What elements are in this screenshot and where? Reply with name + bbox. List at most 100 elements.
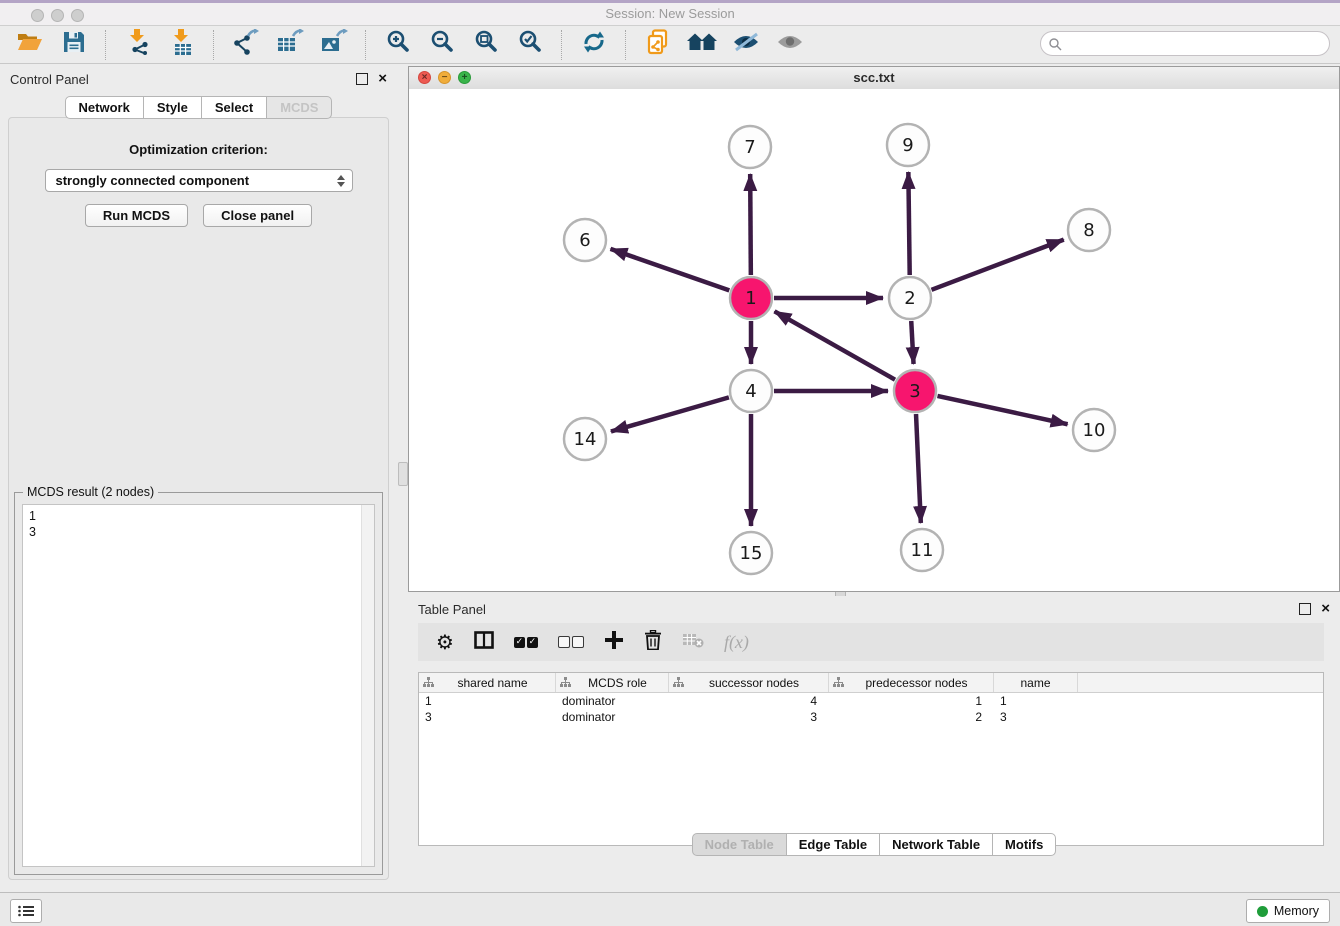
tree-icon <box>833 677 844 688</box>
graph-node-label: 3 <box>909 381 920 402</box>
edge-2-9[interactable] <box>908 172 909 275</box>
status-bar: Memory <box>0 892 1340 926</box>
toolbar-separator <box>105 30 107 60</box>
graph-node-label: 6 <box>579 230 590 251</box>
deselect-all-checkboxes-icon[interactable] <box>558 636 584 648</box>
eye-icon <box>776 33 804 56</box>
tab-node-table[interactable]: Node Table <box>692 833 787 856</box>
optimization-criterion-label: Optimization criterion: <box>9 142 388 157</box>
save-session-button[interactable] <box>52 28 96 62</box>
tab-style[interactable]: Style <box>143 96 202 119</box>
mcds-result-group: MCDS result (2 nodes) 1 3 <box>14 492 383 875</box>
floppy-disk-icon <box>63 31 85 58</box>
delete-column-icon[interactable] <box>644 630 662 655</box>
task-history-button[interactable] <box>10 899 42 923</box>
export-network-button[interactable] <box>224 28 268 62</box>
mcds-panel: Optimization criterion: strongly connect… <box>8 117 389 880</box>
zoom-fit-icon <box>473 29 499 60</box>
toolbar-separator <box>365 30 367 60</box>
graph-node-label: 1 <box>745 288 756 309</box>
graph-node-label: 2 <box>904 288 915 309</box>
column-header-mcds-role[interactable]: MCDS role <box>556 673 669 692</box>
add-column-icon[interactable] <box>604 630 624 655</box>
toolbar-separator <box>213 30 215 60</box>
export-image-button[interactable] <box>312 28 356 62</box>
tab-edge-table[interactable]: Edge Table <box>786 833 880 856</box>
tab-network[interactable]: Network <box>65 96 144 119</box>
search-input[interactable] <box>1040 31 1330 56</box>
column-header-shared-name[interactable]: shared name <box>419 673 556 692</box>
zoom-in-icon <box>385 29 411 60</box>
edge-2-3[interactable] <box>911 321 913 364</box>
mcds-result-title: MCDS result (2 nodes) <box>23 485 158 499</box>
table-toolbar: ⚙ ✓✓ f(x) <box>418 623 1324 661</box>
edge-3-1[interactable] <box>774 311 895 379</box>
zoom-in-button[interactable] <box>376 28 420 62</box>
show-all-button[interactable] <box>768 28 812 62</box>
splitter-grip[interactable] <box>398 462 408 486</box>
memory-label: Memory <box>1274 904 1319 918</box>
open-file-button[interactable] <box>8 28 52 62</box>
import-table-icon <box>169 29 195 60</box>
memory-button[interactable]: Memory <box>1246 899 1330 923</box>
float-panel-icon[interactable] <box>356 73 368 85</box>
result-scrollbar[interactable] <box>361 505 374 866</box>
select-all-checkboxes-icon[interactable]: ✓✓ <box>514 637 538 648</box>
duplicate-network-icon <box>646 29 670 60</box>
duplicate-network-button[interactable] <box>636 28 680 62</box>
control-panel-tabs: Network Style Select MCDS <box>0 96 397 119</box>
tab-mcds[interactable]: MCDS <box>266 96 332 119</box>
zoom-fit-button[interactable] <box>464 28 508 62</box>
tab-motifs[interactable]: Motifs <box>992 833 1056 856</box>
network-canvas[interactable]: 7968124314101511 <box>409 89 1339 591</box>
edge-3-10[interactable] <box>937 396 1067 424</box>
run-mcds-button[interactable]: Run MCDS <box>85 204 188 227</box>
close-panel-button[interactable]: Close panel <box>203 204 312 227</box>
session-title: Session: New Session <box>0 6 1340 21</box>
mcds-result-text[interactable]: 1 3 <box>23 505 361 866</box>
control-panel: Control Panel × Network Style Select MCD… <box>0 66 397 892</box>
edge-1-6[interactable] <box>610 249 729 291</box>
tree-icon <box>673 677 684 688</box>
tree-icon <box>560 677 571 688</box>
application-window: Session: New Session <box>0 0 1340 926</box>
zoom-selected-icon <box>517 29 543 60</box>
control-panel-title: Control Panel <box>10 72 356 87</box>
gear-icon[interactable]: ⚙ <box>436 632 454 652</box>
network-window-titlebar: × − + scc.txt <box>409 67 1339 90</box>
tab-network-table[interactable]: Network Table <box>879 833 993 856</box>
zoom-selected-button[interactable] <box>508 28 552 62</box>
column-header-name[interactable]: name <box>994 673 1078 692</box>
import-network-button[interactable] <box>116 28 160 62</box>
zoom-out-button[interactable] <box>420 28 464 62</box>
import-table-button[interactable] <box>160 28 204 62</box>
first-neighbors-button[interactable] <box>680 28 724 62</box>
vertical-splitter[interactable] <box>397 66 408 892</box>
hide-selected-button[interactable] <box>724 28 768 62</box>
column-header-predecessor-nodes[interactable]: predecessor nodes <box>829 673 994 692</box>
columns-icon[interactable] <box>474 631 494 654</box>
table-panel-title: Table Panel <box>418 602 1299 617</box>
edge-4-14[interactable] <box>611 397 729 431</box>
float-panel-icon[interactable] <box>1299 603 1311 615</box>
eye-slash-icon <box>732 31 760 58</box>
close-panel-icon[interactable]: × <box>378 72 387 86</box>
zoom-out-icon <box>429 29 455 60</box>
search-field <box>1040 31 1330 56</box>
table-row[interactable]: 3 dominator 3 2 3 <box>419 709 1323 725</box>
column-header-successor-nodes[interactable]: successor nodes <box>669 673 829 692</box>
network-title: scc.txt <box>409 70 1339 85</box>
export-table-button[interactable] <box>268 28 312 62</box>
tab-select[interactable]: Select <box>201 96 267 119</box>
main-titlebar: Session: New Session <box>0 0 1340 26</box>
edge-3-11[interactable] <box>916 414 921 523</box>
close-panel-icon[interactable]: × <box>1321 602 1330 616</box>
table-panel-header: Table Panel × <box>408 596 1340 622</box>
edge-1-7[interactable] <box>750 174 751 275</box>
graph-node-label: 10 <box>1083 420 1106 441</box>
table-row[interactable]: 1 dominator 4 1 1 <box>419 693 1323 709</box>
edge-2-8[interactable] <box>932 240 1064 290</box>
criterion-dropdown[interactable]: strongly connected component <box>45 169 353 192</box>
apply-layout-button[interactable] <box>572 28 616 62</box>
dropdown-stepper-icon <box>334 175 348 187</box>
